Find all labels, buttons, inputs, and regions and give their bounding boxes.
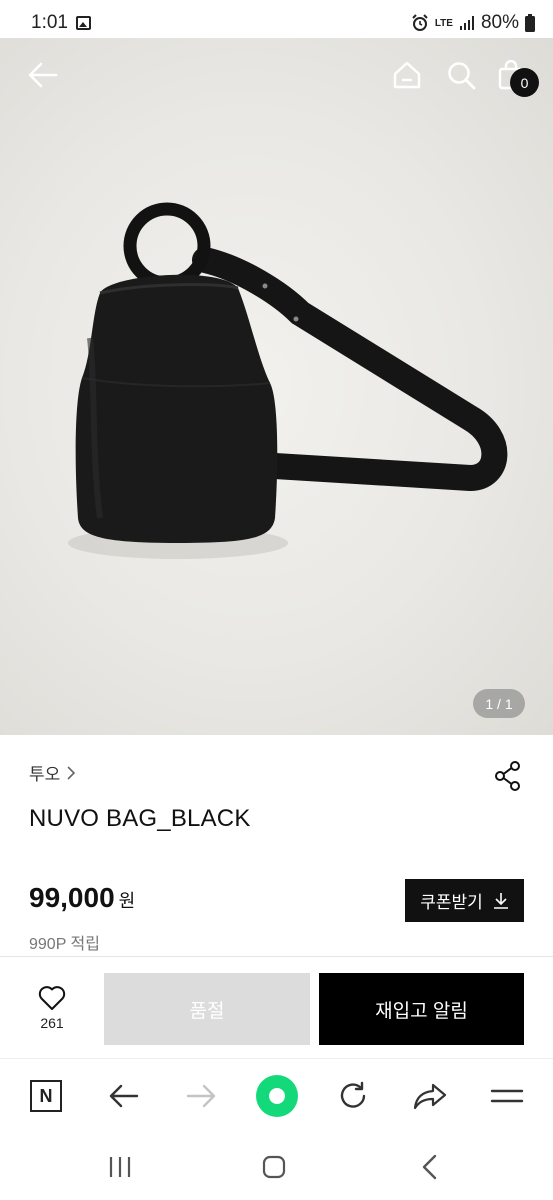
menu-icon[interactable] [484,1073,530,1119]
share-arrow-icon[interactable] [407,1073,453,1119]
product-image-area[interactable]: 0 1 / 1 [0,38,553,735]
naver-home-button[interactable]: N [23,1073,69,1119]
price-row: 99,000 원 [29,882,135,914]
price-value: 99,000 [29,882,115,913]
recent-apps-icon[interactable] [104,1152,136,1182]
price-unit: 원 [118,891,136,911]
alarm-icon [412,14,428,31]
like-count: 261 [40,1015,64,1031]
share-icon[interactable] [493,760,523,792]
brand-name: 투오 [29,765,61,784]
home-button-icon[interactable] [258,1152,290,1182]
coupon-label: 쿠폰받기 [420,893,483,912]
naver-n-icon: N [30,1080,62,1112]
image-counter: 1 / 1 [473,689,525,718]
refresh-icon[interactable] [330,1073,376,1119]
battery-percent: 80% [480,12,519,33]
top-navigation [0,38,553,114]
heart-icon [38,986,66,1010]
chevron-right-icon [67,765,76,780]
browser-toolbar: N [0,1058,553,1134]
product-image [68,202,508,559]
cart-count-badge: 0 [510,68,539,97]
home-icon[interactable] [390,58,424,92]
restock-alert-button[interactable]: 재입고 알림 [319,973,524,1045]
browser-forward-icon[interactable] [178,1073,224,1119]
signal-icon [459,16,474,30]
download-icon [493,892,508,909]
like-button[interactable]: 261 [30,985,74,1041]
search-icon[interactable] [444,58,478,92]
network-type: LTE [434,17,453,29]
coupon-button[interactable]: 쿠폰받기 [405,879,524,922]
gallery-notification-icon [76,16,91,30]
green-dot-button[interactable] [254,1073,300,1119]
back-arrow-icon[interactable] [26,58,60,92]
brand-link[interactable]: 투오 [29,760,76,785]
browser-back-icon[interactable] [101,1073,147,1119]
soldout-button[interactable]: 품절 [104,973,310,1045]
product-name: NUVO BAG_BLACK [29,805,251,832]
status-time: 1:01 [31,12,68,33]
battery-icon [525,14,535,32]
system-back-icon[interactable] [414,1152,446,1182]
points-info: 990P 적립 [29,936,100,953]
status-bar: 1:01 LTE 80% [0,0,553,38]
system-navigation-bar [0,1134,553,1200]
divider [0,956,553,957]
green-dot-icon [256,1075,298,1117]
status-right: LTE 80% [411,12,535,34]
